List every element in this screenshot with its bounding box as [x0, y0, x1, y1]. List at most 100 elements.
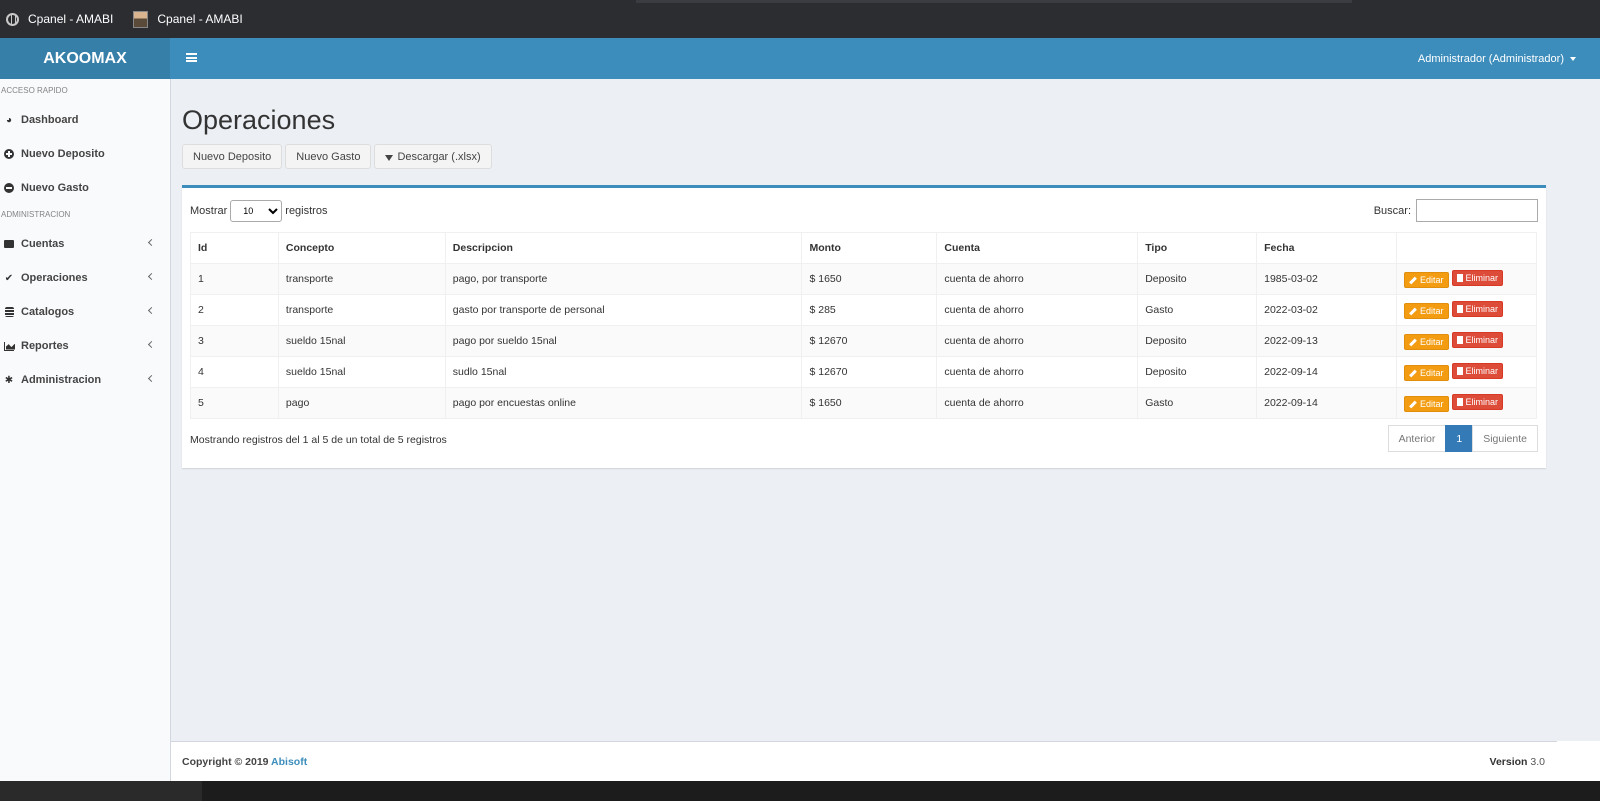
app-header: AKOOMAX Administrador (Administrador) [0, 38, 1600, 79]
sidebar-item-operaciones[interactable]: ✔ Operaciones [0, 261, 170, 295]
pagination-next[interactable]: Siguiente [1472, 425, 1538, 452]
edit-button[interactable]: Editar [1404, 272, 1449, 289]
pagination-page-1[interactable]: 1 [1445, 425, 1474, 452]
globe-icon [6, 12, 19, 26]
sidebar-item-nuevo-deposito[interactable]: Nuevo Deposito [0, 137, 170, 171]
trash-icon [1456, 304, 1463, 313]
cell-actions: Editar Eliminar [1396, 294, 1537, 326]
sidebar-item-label: Nuevo Deposito [21, 148, 105, 160]
nuevo-deposito-button[interactable]: Nuevo Deposito [182, 144, 283, 169]
sidebar-item-dashboard[interactable]: ◕ Dashboard [0, 103, 170, 137]
chevron-left-icon [147, 306, 156, 315]
cell-monto: $ 1650 [801, 263, 938, 295]
delete-label: Eliminar [1465, 365, 1499, 376]
logo[interactable]: AKOOMAX [0, 38, 170, 79]
cell-fecha: 2022-03-02 [1256, 294, 1398, 326]
pencil-icon [1409, 338, 1417, 347]
cell-cuenta: cuenta de ahorro [936, 325, 1139, 357]
browser-tab-1[interactable]: Cpanel - AMABI [6, 12, 113, 26]
delete-button[interactable]: Eliminar [1451, 269, 1504, 286]
version-value: 3.0 [1530, 756, 1545, 768]
edit-button[interactable]: Editar [1404, 303, 1449, 320]
version-label: Version [1489, 756, 1528, 768]
sidebar-item-reportes[interactable]: Reportes [0, 329, 170, 363]
taskbar-segment [0, 781, 202, 801]
cell-monto: $ 12670 [801, 356, 938, 388]
cell-descripcion: pago por encuestas online [444, 387, 803, 419]
cell-concepto: pago [277, 387, 446, 419]
column-header-monto[interactable]: Monto [801, 232, 938, 264]
browser-tab-2[interactable]: Cpanel - AMABI [133, 10, 243, 28]
sidebar-header-administracion: ADMINISTRACION [1, 210, 71, 219]
edit-label: Editar [1420, 306, 1444, 317]
edit-label: Editar [1420, 399, 1444, 410]
column-header-tipo[interactable]: Tipo [1137, 232, 1258, 264]
sidebar-item-label: Cuentas [21, 238, 65, 250]
delete-button[interactable]: Eliminar [1451, 300, 1504, 317]
sidebar-item-label: Reportes [21, 340, 69, 352]
delete-label: Eliminar [1465, 272, 1499, 283]
cell-fecha: 2022-09-14 [1256, 387, 1398, 419]
main-content: Operaciones Nuevo Deposito Nuevo Gasto D… [171, 79, 1600, 741]
column-header-fecha[interactable]: Fecha [1256, 232, 1398, 264]
operations-panel: Mostrar 10 registros Buscar: Id Concepto… [182, 185, 1546, 468]
cell-tipo: Deposito [1137, 325, 1258, 357]
delete-button[interactable]: Eliminar [1451, 331, 1504, 348]
sidebar-item-label: Operaciones [21, 272, 88, 284]
column-header-actions [1396, 232, 1537, 264]
table-row: 1 transporte pago, por transporte $ 1650… [190, 263, 1537, 295]
sidebar-header-acceso-rapido: ACCESO RAPIDO [1, 86, 68, 95]
column-header-descripcion[interactable]: Descripcion [444, 232, 803, 264]
cell-monto: $ 285 [801, 294, 938, 326]
edit-button[interactable]: Editar [1404, 334, 1449, 351]
sidebar-item-label: Nuevo Gasto [21, 182, 89, 194]
edit-button[interactable]: Editar [1404, 365, 1449, 382]
sidebar-item-nuevo-gasto[interactable]: Nuevo Gasto [0, 171, 170, 205]
cell-actions: Editar Eliminar [1396, 263, 1537, 295]
briefcase-icon [4, 240, 14, 248]
cell-fecha: 2022-09-13 [1256, 325, 1398, 357]
sidebar-item-administracion[interactable]: ✱ Administracion [0, 363, 170, 397]
pencil-icon [1409, 400, 1417, 409]
column-header-id[interactable]: Id [190, 232, 279, 264]
sidebar-item-catalogos[interactable]: Catalogos [0, 295, 170, 329]
edit-button[interactable]: Editar [1404, 396, 1449, 413]
cell-concepto: transporte [277, 263, 446, 295]
page-length-select[interactable]: 10 [230, 200, 283, 222]
copyright: Copyright © 2019 Abisoft [182, 756, 307, 768]
cell-actions: Editar Eliminar [1396, 325, 1537, 357]
column-header-cuenta[interactable]: Cuenta [936, 232, 1139, 264]
chevron-left-icon [147, 374, 156, 383]
cell-descripcion: pago por sueldo 15nal [444, 325, 803, 357]
browser-tab-title: Cpanel - AMABI [28, 12, 114, 26]
delete-button[interactable]: Eliminar [1451, 393, 1504, 410]
window-top-edge [636, 0, 1352, 3]
descargar-xlsx-button[interactable]: Descargar (.xlsx) [374, 144, 492, 169]
descargar-label: Descargar (.xlsx) [397, 150, 481, 163]
user-menu[interactable]: Administrador (Administrador) [1418, 38, 1576, 79]
cell-cuenta: cuenta de ahorro [936, 387, 1139, 419]
trash-icon [1456, 397, 1463, 406]
action-toolbar: Nuevo Deposito Nuevo Gasto Descargar (.x… [182, 144, 495, 169]
nuevo-gasto-button[interactable]: Nuevo Gasto [285, 144, 372, 169]
delete-button[interactable]: Eliminar [1451, 362, 1504, 379]
edit-label: Editar [1420, 337, 1444, 348]
cell-fecha: 2022-09-14 [1256, 356, 1398, 388]
column-header-concepto[interactable]: Concepto [277, 232, 446, 264]
sidebar-item-cuentas[interactable]: Cuentas [0, 227, 170, 261]
length-suffix: registros [285, 205, 328, 217]
pencil-icon [1409, 276, 1417, 285]
search-input[interactable] [1416, 199, 1538, 222]
company-link[interactable]: Abisoft [271, 756, 307, 768]
pagination-previous[interactable]: Anterior [1387, 425, 1447, 452]
plus-circle-icon [4, 149, 14, 159]
length-prefix: Mostrar [190, 205, 228, 217]
table-info: Mostrando registros del 1 al 5 de un tot… [190, 434, 447, 446]
delete-label: Eliminar [1465, 334, 1499, 345]
area-chart-icon [4, 341, 14, 351]
sidebar: ACCESO RAPIDO ◕ Dashboard Nuevo Deposito… [0, 79, 171, 801]
sidebar-toggle-icon[interactable] [186, 53, 197, 62]
cell-descripcion: pago, por transporte [444, 263, 803, 295]
cell-cuenta: cuenta de ahorro [936, 356, 1139, 388]
cell-tipo: Gasto [1137, 387, 1258, 419]
